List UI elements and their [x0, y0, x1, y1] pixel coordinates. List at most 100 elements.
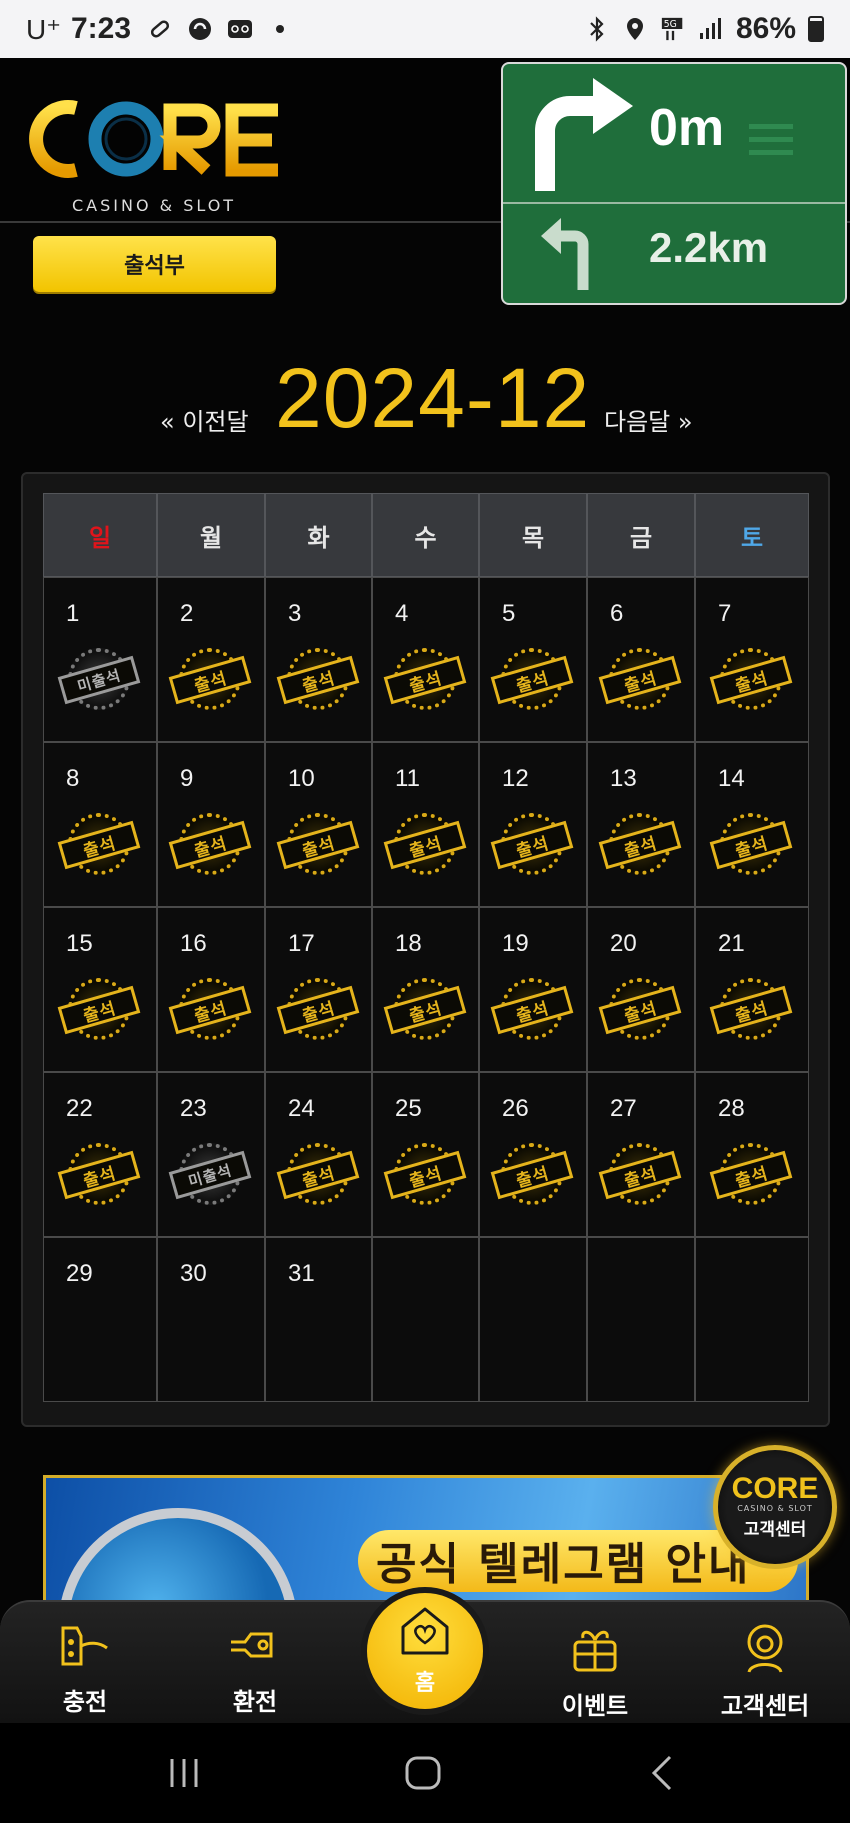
back-icon[interactable] [648, 1753, 676, 1797]
calendar-day-cell[interactable]: 30 [157, 1237, 265, 1402]
core-logo[interactable]: CASINO & SLOT [28, 88, 283, 215]
attended-stamp-icon: 출석 [57, 1141, 141, 1211]
calendar-day-cell[interactable]: 17 출석 [265, 907, 372, 1072]
prev-month-link[interactable]: « 이전달 [160, 402, 249, 437]
calendar-day-cell[interactable]: 20 출석 [587, 907, 695, 1072]
attended-stamp-icon: 출석 [276, 646, 359, 716]
badge-sub: CASINO & SLOT [737, 1504, 813, 1513]
customer-center-badge[interactable]: CORE CASINO & SLOT 고객센터 [713, 1445, 837, 1569]
next-month-link[interactable]: 다음달 » [604, 402, 693, 437]
attended-stamp-icon: 출석 [168, 976, 252, 1046]
calendar-day-cell[interactable]: 1 미출석 [43, 577, 157, 742]
weekday-header: 일 월 화 수 목 금 토 [43, 493, 809, 577]
calendar-day-cell[interactable]: 16 출석 [157, 907, 265, 1072]
badge-label: 고객센터 [743, 1520, 807, 1540]
day-number: 19 [502, 930, 529, 957]
calendar-day-cell[interactable]: 12 출석 [479, 742, 587, 907]
banner-title: 공식 텔레그램 안내 [376, 1539, 751, 1590]
calendar-day-cell[interactable]: 3 출석 [265, 577, 372, 742]
calendar-day-cell[interactable]: 22 출석 [43, 1072, 157, 1237]
navigation-overlay[interactable]: 0m 2.2km [501, 62, 847, 305]
day-number: 1 [66, 600, 80, 627]
calendar-day-cell[interactable]: 4 출석 [372, 577, 479, 742]
menu-icon [749, 122, 793, 162]
day-number: 2 [180, 600, 194, 627]
calendar-week: 1 미출석 2 출석 3 출석 4 출석 5 출석 6 출석 7 출석 [43, 577, 809, 742]
calendar-day-cell[interactable]: 13 출석 [587, 742, 695, 907]
nav-support-label: 고객센터 [720, 1692, 810, 1720]
calendar-day-cell[interactable]: 25 출석 [372, 1072, 479, 1237]
system-icons: 5G 86% [584, 12, 824, 46]
attended-stamp-icon: 출석 [383, 976, 466, 1046]
overlay-divider [503, 202, 845, 204]
day-number: 30 [180, 1260, 207, 1287]
day-number: 12 [502, 765, 529, 792]
calendar-day-cell[interactable]: 19 출석 [479, 907, 587, 1072]
nav-event-label: 이벤트 [561, 1692, 629, 1720]
headset-icon [739, 1622, 791, 1678]
calendar-day-cell[interactable]: 8 출석 [43, 742, 157, 907]
status-bar: U⁺ 7:23 5G 86% [0, 0, 850, 58]
calendar-day-cell[interactable]: 15 출석 [43, 907, 157, 1072]
calendar-week: 15 출석 16 출석 17 출석 18 출석 19 출석 20 출석 21 출석 [43, 907, 809, 1072]
attended-stamp-icon: 출석 [709, 811, 793, 881]
attended-stamp-icon: 출석 [598, 646, 682, 716]
calendar-day-cell[interactable]: 28 출석 [695, 1072, 809, 1237]
nav-charge[interactable]: 충전 [25, 1622, 145, 1717]
calendar-day-cell[interactable]: 21 출석 [695, 907, 809, 1072]
calendar-day-cell[interactable]: 10 출석 [265, 742, 372, 907]
calendar-day-cell[interactable]: 2 출석 [157, 577, 265, 742]
attended-stamp-icon: 출석 [598, 1141, 682, 1211]
app-screen: U⁺ 7:23 5G 86% CASINO & SLOT 0m 2.2km 출석… [0, 0, 850, 1823]
calendar-day-cell[interactable]: 9 출석 [157, 742, 265, 907]
day-number: 14 [718, 765, 745, 792]
telegram-banner[interactable]: 공식 텔레그램 안내 [43, 1475, 809, 1605]
day-number: 27 [610, 1095, 637, 1122]
month-navigation: « 이전달 2024-12 다음달 » [0, 350, 850, 445]
nav-support[interactable]: 고객센터 [705, 1622, 825, 1721]
turn-right-arrow-icon [525, 76, 635, 200]
calendar-day-cell[interactable]: 11 출석 [372, 742, 479, 907]
turn-left-arrow-icon [539, 216, 599, 296]
attended-stamp-icon: 출석 [276, 811, 359, 881]
calendar-day-cell[interactable]: 27 출석 [587, 1072, 695, 1237]
nav-charge-label: 충전 [62, 1688, 108, 1716]
home-nav-icon[interactable] [404, 1755, 442, 1795]
day-number: 25 [395, 1095, 422, 1122]
missed-stamp-icon: 미출석 [168, 1141, 252, 1211]
location-icon [622, 16, 648, 42]
day-number: 15 [66, 930, 93, 957]
calendar-day-cell[interactable]: 31 [265, 1237, 372, 1402]
pill-icon [147, 16, 173, 42]
calendar-day-cell[interactable]: 26 출석 [479, 1072, 587, 1237]
attended-stamp-icon: 출석 [276, 976, 359, 1046]
calendar-day-cell[interactable]: 23 미출석 [157, 1072, 265, 1237]
home-button[interactable]: 홈 [361, 1587, 489, 1715]
recent-apps-icon[interactable] [166, 1755, 202, 1795]
gift-icon [567, 1622, 623, 1678]
battery-percent: 86% [735, 12, 796, 45]
day-number: 18 [395, 930, 422, 957]
attendance-button[interactable]: 출석부 [33, 236, 276, 292]
calendar-day-cell[interactable]: 18 출석 [372, 907, 479, 1072]
nav-exchange-label: 환전 [232, 1688, 278, 1716]
day-number: 16 [180, 930, 207, 957]
svg-text:5G: 5G [664, 19, 677, 30]
nav-event[interactable]: 이벤트 [535, 1622, 655, 1721]
attended-stamp-icon: 출석 [490, 1141, 574, 1211]
calendar-day-cell[interactable]: 5 출석 [479, 577, 587, 742]
missed-stamp-icon: 미출석 [57, 646, 141, 716]
voicemail-icon [227, 16, 253, 42]
attended-stamp-icon: 출석 [168, 646, 252, 716]
attendance-calendar: 일 월 화 수 목 금 토 1 미출석 2 출석 3 출석 4 출석 5 출석 6 출석 7 출석 8 출석 9… [43, 493, 809, 1402]
calendar-day-cell[interactable]: 7 출석 [695, 577, 809, 742]
attended-stamp-icon: 출석 [490, 976, 574, 1046]
telegram-icon [58, 1508, 298, 1602]
calendar-day-cell[interactable]: 29 [43, 1237, 157, 1402]
calendar-day-cell[interactable]: 14 출석 [695, 742, 809, 907]
calendar-week: 22 출석 23 미출석 24 출석 25 출석 26 출석 27 출석 28 출석 [43, 1072, 809, 1237]
calendar-day-cell[interactable]: 6 출석 [587, 577, 695, 742]
calendar-day-cell[interactable]: 24 출석 [265, 1072, 372, 1237]
nav-exchange[interactable]: 환전 [195, 1622, 315, 1717]
day-number: 23 [180, 1095, 207, 1122]
